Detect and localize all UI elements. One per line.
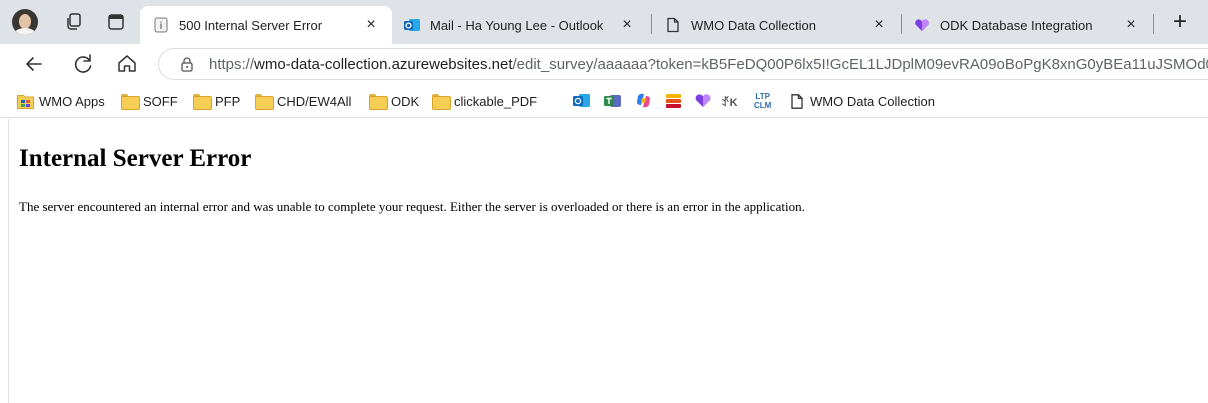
close-tab-icon[interactable]: ×: [870, 16, 888, 34]
workspaces-icon[interactable]: [64, 12, 84, 32]
folder-icon: [432, 93, 451, 110]
bookmark-label: CHD/EW4All: [277, 93, 352, 109]
bookmark-label: WMO Data Collection: [810, 93, 935, 109]
url-scheme: https://: [209, 56, 255, 73]
refresh-icon[interactable]: [70, 51, 96, 77]
tab-title: ODK Database Integration: [940, 17, 1093, 33]
bookmark-label: PFP: [215, 93, 241, 109]
url-path: /edit_survey/aaaaaa?token=kB5FeDQ00P6lx5…: [512, 56, 1208, 73]
folder-apps-icon: [17, 94, 34, 109]
url-text[interactable]: https://wmo-data-collection.azurewebsite…: [209, 56, 1208, 73]
bookmark-wmo-data-collection[interactable]: WMO Data Collection: [788, 92, 935, 110]
svg-text:i: i: [160, 21, 163, 32]
bookmark-folder-wmo-apps[interactable]: WMO Apps: [17, 92, 105, 110]
bookmark-folder-odk[interactable]: ODK: [369, 92, 419, 110]
page-icon: [667, 17, 679, 33]
error-message: The server encountered an internal error…: [19, 199, 805, 214]
tab-title: Mail - Ha Young Lee - Outlook: [430, 17, 604, 33]
url-host: wmo-data-collection.azurewebsites.net: [254, 56, 513, 73]
page-icon: [791, 93, 803, 109]
bookmarks-bar: WMO Apps SOFF PFP CHD/EW4All ODK clickab…: [0, 84, 1208, 118]
home-icon[interactable]: [114, 51, 140, 77]
outlook-icon: [404, 19, 420, 31]
folder-icon: [121, 93, 140, 110]
folder-icon: [193, 93, 212, 110]
site-info-icon[interactable]: [179, 56, 195, 72]
close-tab-icon[interactable]: ×: [1122, 16, 1140, 34]
power-apps-icon: [915, 19, 929, 31]
tab-500-error[interactable]: i 500 Internal Server Error ×: [140, 6, 392, 44]
layers-icon[interactable]: [665, 92, 682, 109]
tab-title: 500 Internal Server Error: [179, 17, 323, 33]
tab-title: WMO Data Collection: [691, 17, 816, 33]
error-heading: Internal Server Error: [19, 145, 252, 172]
ltp-text: LTP: [755, 92, 770, 101]
tab-odk-database-integration[interactable]: ODK Database Integration ×: [904, 6, 1152, 44]
tab-outlook-mail[interactable]: Mail - Ha Young Lee - Outlook ×: [392, 6, 648, 44]
power-apps-icon[interactable]: [694, 92, 712, 109]
address-bar[interactable]: https://wmo-data-collection.azurewebsite…: [158, 48, 1208, 80]
outlook-icon[interactable]: [573, 92, 590, 109]
odk-icon[interactable]: ꀋK: [721, 92, 738, 110]
tab-strip: i 500 Internal Server Error × Mail - Ha …: [0, 0, 1208, 44]
close-tab-icon[interactable]: ×: [362, 16, 380, 34]
bookmark-folder-soff[interactable]: SOFF: [121, 92, 178, 110]
navigation-bar: https://wmo-data-collection.azurewebsite…: [0, 44, 1208, 84]
bookmark-label: WMO Apps: [39, 93, 105, 109]
folder-icon: [255, 93, 274, 110]
copilot-icon[interactable]: [635, 92, 652, 109]
tab-separator: [1153, 14, 1154, 34]
ltp-clm-icon[interactable]: LTP CLM: [754, 91, 771, 111]
bookmark-label: ODK: [391, 93, 420, 109]
bookmark-folder-chd-ew4all[interactable]: CHD/EW4All: [255, 92, 351, 110]
folder-icon: [369, 93, 388, 110]
clm-text: CLM: [754, 101, 772, 110]
back-arrow-icon[interactable]: [21, 51, 47, 77]
page-info-icon: i: [154, 17, 168, 33]
bookmark-folder-clickable-pdf[interactable]: clickable_PDF: [432, 92, 537, 110]
bookmark-label: SOFF: [143, 93, 178, 109]
tab-separator: [901, 14, 902, 34]
bookmark-folder-pfp[interactable]: PFP: [193, 92, 240, 110]
teams-icon[interactable]: [604, 92, 621, 109]
tab-wmo-data-collection[interactable]: WMO Data Collection ×: [652, 6, 900, 44]
close-tab-icon[interactable]: ×: [618, 16, 636, 34]
bookmark-label: clickable_PDF: [454, 93, 538, 109]
page-content: Internal Server Error The server encount…: [8, 119, 1208, 403]
new-tab-button[interactable]: +: [1168, 10, 1192, 35]
tab-actions-icon[interactable]: [106, 12, 126, 32]
profile-avatar[interactable]: [12, 9, 38, 35]
